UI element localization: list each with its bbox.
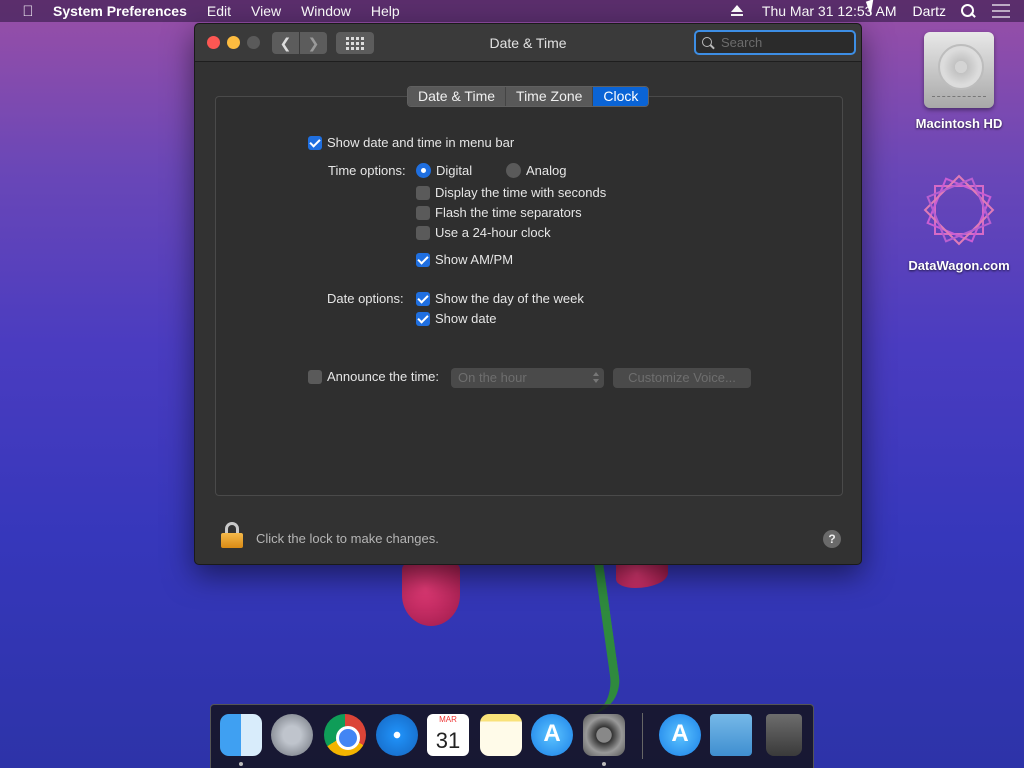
announce-time-option[interactable]: Announce the time: xyxy=(308,369,439,384)
24-hour-clock-label: Use a 24-hour clock xyxy=(435,225,551,240)
show-day-of-week-label: Show the day of the week xyxy=(435,291,584,306)
desktop-icon-datawagon[interactable]: DataWagon.com xyxy=(904,170,1014,273)
show-in-menu-bar-option[interactable]: Show date and time in menu bar xyxy=(308,135,514,150)
tab-date-time[interactable]: Date & Time xyxy=(408,87,507,106)
applications-folder-icon[interactable]: A xyxy=(659,714,701,756)
finder-icon[interactable] xyxy=(220,714,262,756)
time-options-label: Time options: xyxy=(328,163,406,178)
analog-label: Analog xyxy=(526,163,567,178)
wallpaper-flower-petal xyxy=(402,564,460,626)
title-bar[interactable]: ❮ ❯ Date & Time xyxy=(195,24,861,62)
notification-center-icon[interactable] xyxy=(992,4,1010,18)
safari-icon[interactable] xyxy=(376,714,418,756)
launchpad-icon[interactable] xyxy=(271,714,313,756)
date-time-window: ❮ ❯ Date & Time Date & Time Time Zone Cl… xyxy=(194,23,862,565)
desktop-icon-macintosh-hd[interactable]: Macintosh HD xyxy=(904,32,1014,131)
eject-icon[interactable] xyxy=(730,5,744,17)
wallpaper-flower-stem xyxy=(557,565,625,715)
tab-clock[interactable]: Clock xyxy=(593,87,649,106)
show-day-of-week-option[interactable]: Show the day of the week xyxy=(416,291,584,306)
announce-time-label: Announce the time: xyxy=(327,369,440,384)
system-preferences-icon[interactable] xyxy=(583,714,625,756)
announce-time-checkbox[interactable] xyxy=(308,369,322,384)
time-options-label-text: Time options: xyxy=(328,163,406,178)
announce-interval-value: On the hour xyxy=(458,370,527,385)
dock-separator xyxy=(642,713,643,759)
show-day-of-week-checkbox[interactable] xyxy=(416,291,430,306)
search-field[interactable] xyxy=(694,30,856,55)
show-date-label: Show date xyxy=(435,311,497,326)
show-all-button[interactable] xyxy=(336,32,374,54)
close-button[interactable] xyxy=(207,36,220,49)
user-menu[interactable]: Dartz xyxy=(913,3,946,19)
menu-help[interactable]: Help xyxy=(371,3,400,19)
analog-radio[interactable] xyxy=(506,163,521,178)
show-am-pm-label: Show AM/PM xyxy=(435,252,514,267)
help-button[interactable]: ? xyxy=(823,530,841,548)
downloads-folder-icon[interactable] xyxy=(710,714,752,756)
trash-icon[interactable] xyxy=(766,714,802,756)
24-hour-clock-checkbox[interactable] xyxy=(416,225,430,240)
calendar-icon[interactable]: 31 xyxy=(427,714,469,756)
show-am-pm-option[interactable]: Show AM/PM xyxy=(416,252,513,267)
display-seconds-label: Display the time with seconds xyxy=(435,185,607,200)
desktop-icon-label: DataWagon.com xyxy=(908,258,1010,273)
zoom-button[interactable] xyxy=(247,36,260,49)
display-seconds-option[interactable]: Display the time with seconds xyxy=(416,185,606,200)
customize-voice-button[interactable]: Customize Voice... xyxy=(613,368,751,388)
running-indicator xyxy=(602,762,606,766)
analog-option[interactable]: Analog xyxy=(506,163,566,178)
show-in-menu-bar-checkbox[interactable] xyxy=(308,135,322,150)
chrome-icon[interactable] xyxy=(324,714,366,756)
flash-separators-label: Flash the time separators xyxy=(435,205,582,220)
dock: 31 A A xyxy=(210,704,814,768)
show-am-pm-checkbox[interactable] xyxy=(416,252,430,267)
app-menu[interactable]: System Preferences xyxy=(53,3,187,19)
digital-label: Digital xyxy=(436,163,473,178)
announce-interval-select[interactable]: On the hour xyxy=(451,368,604,388)
notes-icon[interactable] xyxy=(480,714,522,756)
window-footer: Click the lock to make changes. ? xyxy=(195,516,863,564)
back-button[interactable]: ❮ xyxy=(272,32,299,54)
menu-edit[interactable]: Edit xyxy=(207,3,231,19)
hard-drive-icon xyxy=(924,32,994,108)
show-date-option[interactable]: Show date xyxy=(416,311,496,326)
desktop-icon-label: Macintosh HD xyxy=(915,116,1003,131)
wallpaper-flower-petal xyxy=(616,564,668,588)
tab-time-zone[interactable]: Time Zone xyxy=(506,87,594,106)
chevron-right-icon: ❯ xyxy=(307,34,320,51)
show-date-checkbox[interactable] xyxy=(416,311,430,326)
search-input[interactable] xyxy=(721,35,851,50)
menu-window[interactable]: Window xyxy=(301,3,351,19)
date-options-label: Date options: xyxy=(327,291,404,306)
lock-message: Click the lock to make changes. xyxy=(256,531,439,546)
menu-view[interactable]: View xyxy=(251,3,281,19)
chevron-left-icon: ❮ xyxy=(279,34,292,51)
digital-option[interactable]: Digital xyxy=(416,163,472,178)
forward-button[interactable]: ❯ xyxy=(300,32,327,54)
24-hour-clock-option[interactable]: Use a 24-hour clock xyxy=(416,225,551,240)
lock-icon[interactable] xyxy=(221,522,243,548)
minimize-button[interactable] xyxy=(227,36,240,49)
flash-separators-option[interactable]: Flash the time separators xyxy=(416,205,582,220)
date-options-label-text: Date options: xyxy=(327,291,404,306)
search-icon xyxy=(701,36,715,50)
apple-menu-icon[interactable]:  xyxy=(19,3,37,20)
digital-radio[interactable] xyxy=(416,163,431,178)
select-arrows-icon xyxy=(591,371,601,385)
display-seconds-checkbox[interactable] xyxy=(416,185,430,200)
flash-separators-checkbox[interactable] xyxy=(416,205,430,220)
tab-bar: Date & Time Time Zone Clock xyxy=(407,86,650,107)
app-store-icon[interactable]: A xyxy=(531,714,573,756)
running-indicator xyxy=(239,762,243,766)
spotlight-search-icon[interactable] xyxy=(960,3,976,19)
datawagon-logo-icon xyxy=(919,170,999,250)
show-in-menu-bar-label: Show date and time in menu bar xyxy=(327,135,515,150)
